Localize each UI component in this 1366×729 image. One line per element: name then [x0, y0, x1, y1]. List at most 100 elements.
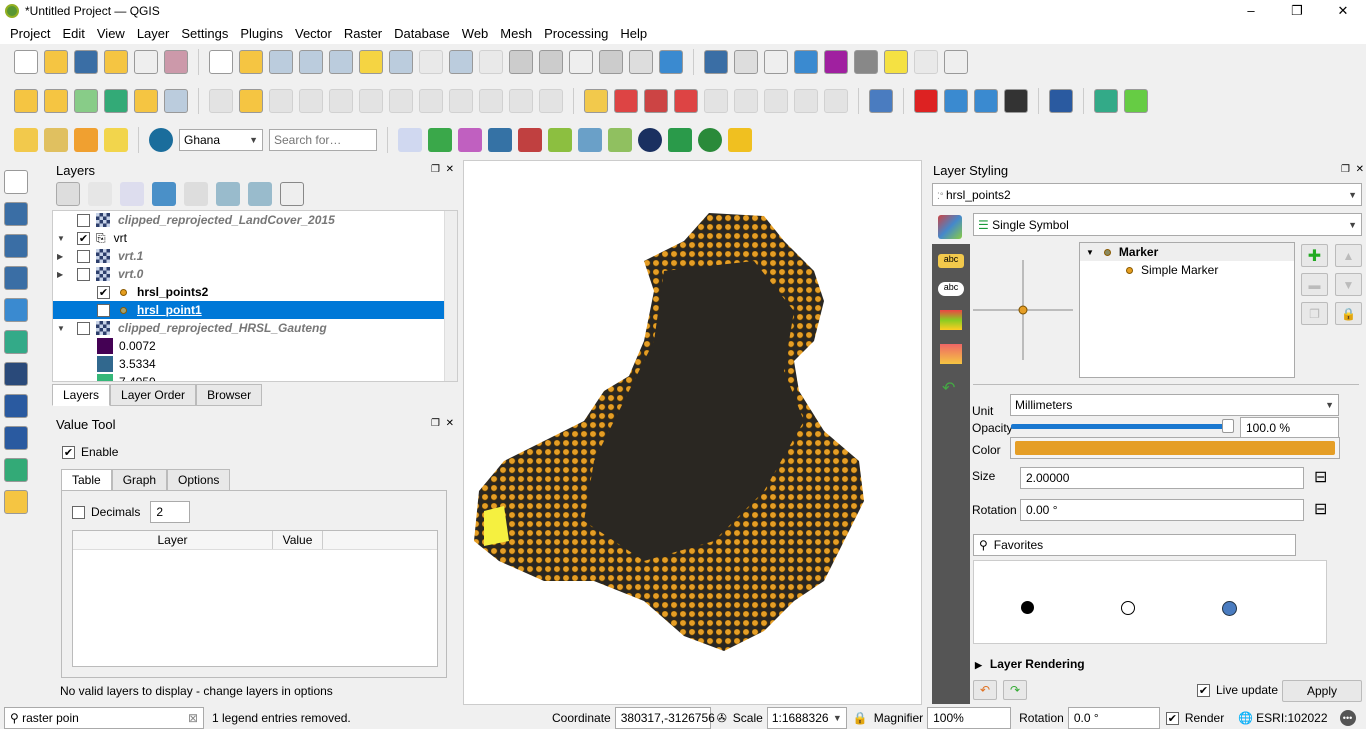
favorites-search[interactable]: ⚲ Favorites — [973, 534, 1296, 556]
attribute-table-icon[interactable] — [44, 128, 68, 152]
crs-button[interactable]: ESRI:102022 — [1256, 711, 1327, 725]
menu-edit[interactable]: Edit — [56, 26, 90, 41]
collapse-arrow-icon[interactable]: ▼ — [57, 234, 77, 243]
symbol-white-dot[interactable] — [1121, 601, 1135, 615]
new-3d-view-icon[interactable] — [539, 50, 563, 74]
digitize-point-icon[interactable] — [299, 89, 323, 113]
new-spatialite-icon[interactable] — [104, 89, 128, 113]
layer-rendering-section[interactable]: ▶ Layer Rendering — [975, 657, 1085, 671]
annotation-icon[interactable] — [914, 50, 938, 74]
labels-tab-icon[interactable]: abc — [938, 254, 964, 268]
open-project-icon[interactable] — [44, 50, 68, 74]
collapse-all-icon[interactable] — [248, 182, 272, 206]
tab-layer-order[interactable]: Layer Order — [110, 384, 197, 406]
save-as-icon[interactable] — [104, 50, 128, 74]
clear-icon[interactable]: ⊠ — [188, 711, 198, 725]
coordinate-field[interactable]: 380317,-3126756 — [614, 707, 715, 729]
new-shapefile-icon[interactable] — [74, 89, 98, 113]
extents-toggle-icon[interactable]: ✇ — [717, 711, 727, 725]
layer-visibility-checkbox[interactable] — [77, 267, 90, 281]
plugin-a-icon[interactable] — [1094, 89, 1118, 113]
collapse-arrow-icon[interactable]: ▼ — [57, 324, 77, 333]
zoom-to-layer-icon[interactable] — [389, 50, 413, 74]
wfs-icon[interactable] — [974, 89, 998, 113]
label-toolbar-icon[interactable] — [584, 89, 608, 113]
save-project-icon[interactable] — [74, 50, 98, 74]
lock-button[interactable]: 🔒 — [1335, 302, 1362, 325]
expand-all-icon[interactable] — [216, 182, 240, 206]
zoom-last-icon[interactable] — [449, 50, 473, 74]
add-vector-layer-icon[interactable] — [4, 170, 28, 194]
opacity-slider[interactable] — [1011, 424, 1231, 429]
add-symbol-layer-button[interactable]: ✚ — [1301, 244, 1328, 267]
layer-visibility-checkbox[interactable]: ✔ — [97, 303, 110, 317]
symbol-tree-root[interactable]: ▼ Marker — [1080, 243, 1294, 261]
print-layout-icon[interactable] — [134, 50, 158, 74]
duplicate-button[interactable]: ❐ — [1301, 302, 1328, 325]
layers-stack-icon[interactable] — [608, 128, 632, 152]
opacity-spinbox[interactable]: 100.0 % — [1240, 417, 1339, 439]
info-icon[interactable] — [698, 128, 722, 152]
rotation-spinbox[interactable]: 0.00 ° — [1020, 499, 1304, 521]
wms-icon[interactable] — [944, 89, 968, 113]
style-manager-icon[interactable] — [164, 50, 188, 74]
tab-table[interactable]: Table — [61, 469, 112, 491]
deselect-icon[interactable] — [74, 128, 98, 152]
scale-combo[interactable]: 1:1688326 ▼ — [766, 707, 847, 729]
zoom-green-icon[interactable] — [428, 128, 452, 152]
menu-help[interactable]: Help — [614, 26, 653, 41]
modify-attributes-icon[interactable] — [359, 89, 383, 113]
rotate-label-icon[interactable] — [734, 89, 758, 113]
select-features-icon[interactable] — [14, 128, 38, 152]
menu-layer[interactable]: Layer — [131, 26, 176, 41]
column-header-layer[interactable]: Layer — [73, 531, 273, 549]
symbol-black-dot[interactable] — [1021, 601, 1034, 614]
locator-search-icon[interactable] — [149, 128, 173, 152]
decimals-spinbox[interactable]: 2 — [150, 501, 191, 523]
magnifier-spinbox[interactable]: 100% — [927, 707, 1012, 729]
tab-browser[interactable]: Browser — [196, 384, 263, 406]
live-update-checkbox[interactable]: ✔ — [1197, 683, 1210, 697]
layer-visibility-checkbox[interactable] — [77, 321, 90, 335]
data-source-manager-icon[interactable] — [14, 89, 38, 113]
measure-icon[interactable] — [854, 50, 878, 74]
symbol-tree-child[interactable]: Simple Marker — [1080, 261, 1294, 279]
float-icon[interactable]: ❐ — [431, 418, 440, 429]
layer-item[interactable]: ▶ vrt.1 — [53, 247, 457, 265]
temporal-icon[interactable] — [629, 50, 653, 74]
locator-combo[interactable]: Ghana ▼ — [179, 129, 263, 151]
move-up-button[interactable]: ▲ — [1335, 244, 1362, 267]
menu-raster[interactable]: Raster — [338, 26, 388, 41]
zoom-full-icon[interactable] — [329, 50, 353, 74]
filter-icon[interactable] — [152, 182, 176, 206]
field-calculator-icon[interactable] — [764, 50, 788, 74]
digitize-shape-icon[interactable] — [914, 89, 938, 113]
remove-layer-icon[interactable] — [280, 182, 304, 206]
expand-arrow-icon[interactable]: ▶ — [57, 252, 77, 261]
layer-item[interactable]: ✔ hrsl_point1 — [53, 301, 457, 319]
layer-visibility-checkbox[interactable] — [77, 213, 90, 227]
python-icon[interactable] — [488, 128, 512, 152]
layer-item[interactable]: ▼ ✔ ⎘ vrt — [53, 229, 457, 247]
opacity-slider-handle[interactable] — [1222, 419, 1234, 433]
expand-arrow-icon[interactable]: ▶ — [57, 270, 77, 279]
menu-mesh[interactable]: Mesh — [494, 26, 538, 41]
column-header-value[interactable]: Value — [273, 531, 323, 549]
float-icon[interactable]: ❐ — [431, 164, 440, 175]
layer-item[interactable]: ✔ hrsl_points2 — [53, 283, 457, 301]
processing-icon[interactable] — [518, 128, 542, 152]
show-labels-icon[interactable] — [674, 89, 698, 113]
redo-icon[interactable] — [539, 89, 563, 113]
diagrams-tab-icon[interactable] — [940, 344, 962, 364]
menu-vector[interactable]: Vector — [289, 26, 338, 41]
layer-visibility-checkbox[interactable]: ✔ — [97, 285, 110, 299]
undo-icon[interactable] — [509, 89, 533, 113]
layer-item[interactable]: ▶ vrt.0 — [53, 265, 457, 283]
pan-icon[interactable] — [209, 50, 233, 74]
unit-combo[interactable]: Millimeters ▼ — [1010, 394, 1339, 416]
add-mesh-layer-icon[interactable] — [4, 234, 28, 258]
menu-database[interactable]: Database — [388, 26, 456, 41]
digitize-icon[interactable] — [164, 89, 188, 113]
renderer-combo[interactable]: ☰ Single Symbol ▼ — [973, 213, 1362, 236]
apply-button[interactable]: Apply — [1282, 680, 1362, 702]
